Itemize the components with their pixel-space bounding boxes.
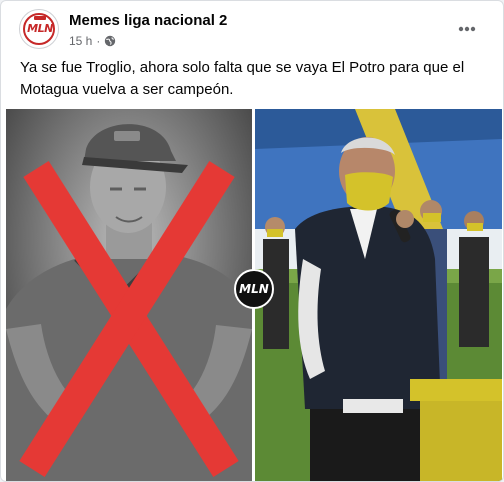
right-photo[interactable] [255,109,502,481]
avatar-logo-mark [34,16,46,20]
globe-icon[interactable] [104,35,116,47]
meta-separator: · [96,34,101,48]
avatar[interactable]: MLN [19,9,59,49]
post-text-line-1: Ya se fue Troglio, ahora solo falta que … [20,59,465,76]
post-timestamp[interactable]: 15 h [69,34,92,48]
page-name-link[interactable]: Memes liga nacional 2 [69,12,227,29]
left-photo[interactable] [6,109,252,481]
avatar-logo-text: MLN [27,22,53,35]
post-meta: 15 h · [69,34,116,48]
mln-watermark-badge: MLN [234,269,274,309]
post-text: Ya se fue Troglio, ahora solo falta que … [20,57,490,101]
post-card: MLN Memes liga nacional 2 15 h · Ya se f… [0,0,504,482]
more-icon [458,26,476,32]
left-photo-art [6,109,252,481]
more-options-button[interactable] [453,15,481,43]
post-text-line-2: Motagua vuelva a ser campeón. [20,81,234,98]
post-header: MLN Memes liga nacional 2 15 h · [19,9,489,51]
right-photo-art [255,109,502,481]
post-media[interactable]: MLN [6,109,502,481]
